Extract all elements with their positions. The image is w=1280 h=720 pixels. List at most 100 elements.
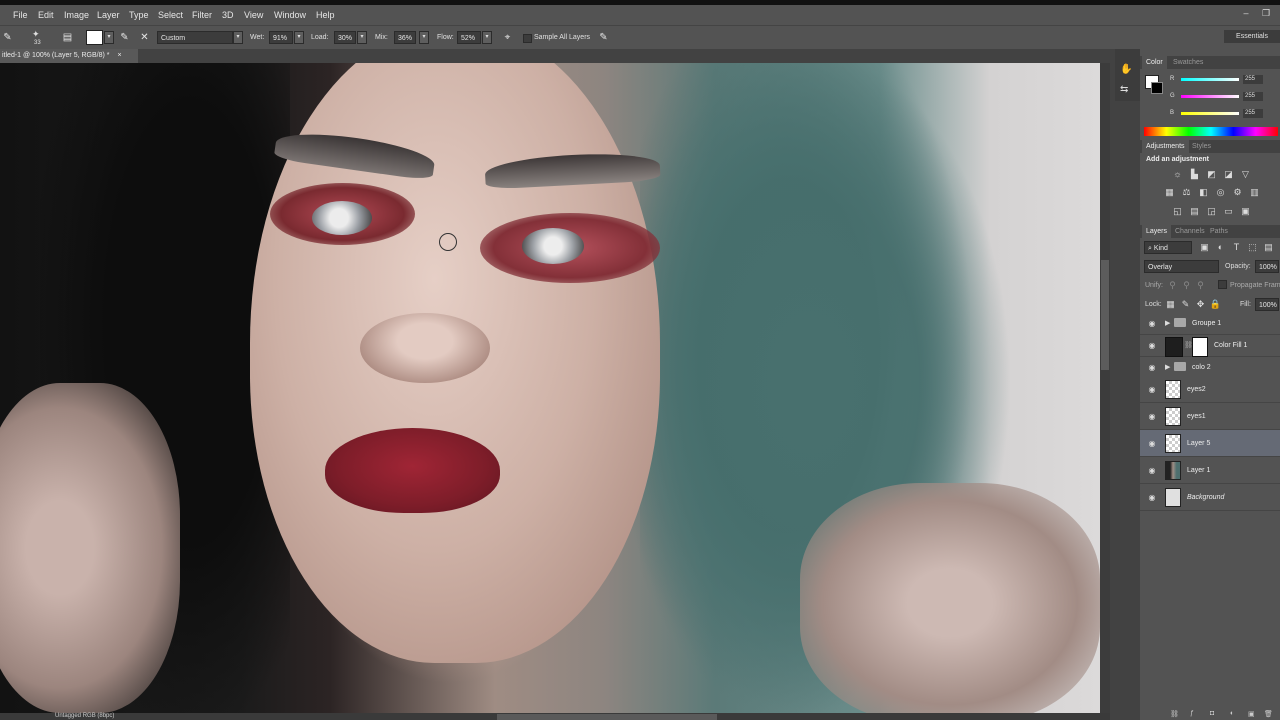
brightness-icon[interactable]: ☼ [1171,169,1184,180]
properties-icon[interactable]: ⇆ [1120,84,1128,95]
menu-image[interactable]: Image [64,5,89,25]
color-dropdown[interactable]: ▾ [104,31,114,44]
unify-visibility-icon[interactable]: ⚲ [1180,280,1193,291]
preset-dropdown[interactable]: ▾ [233,31,243,44]
opacity-field[interactable]: 100% [1255,260,1279,273]
current-color-swatch[interactable] [86,30,103,45]
brush-icon[interactable]: ✎ [0,30,15,45]
posterize-icon[interactable]: ▤ [1188,206,1201,217]
brush-panel-icon[interactable]: ▤ [60,30,75,45]
vibrance-icon[interactable]: ▽ [1239,169,1252,180]
history-icon[interactable]: ✋ [1120,64,1132,75]
flow-field[interactable]: 52% [457,31,481,44]
tab-channels[interactable]: Channels [1171,225,1209,238]
tab-layers[interactable]: Layers [1142,225,1172,238]
menu-help[interactable]: Help [316,5,335,25]
link-layers-icon[interactable]: ⛓ [1170,710,1179,718]
selective-color-icon[interactable]: ▣ [1239,206,1252,217]
gradient-map-icon[interactable]: ▭ [1222,206,1235,217]
new-adjustment-icon[interactable]: ◐ [1230,710,1234,717]
flow-dropdown[interactable]: ▾ [482,31,492,44]
filter-pixel-icon[interactable]: ▣ [1198,242,1211,253]
exposure-icon[interactable]: ◪ [1222,169,1235,180]
tab-paths[interactable]: Paths [1206,225,1232,238]
trash-icon[interactable]: 🗑 [1264,710,1273,718]
layer-row-layer-1[interactable]: ◉ Layer 1 [1140,457,1280,484]
mix-field[interactable]: 36% [394,31,416,44]
menu-view[interactable]: View [244,5,263,25]
minimize-icon[interactable]: – [1239,8,1253,20]
eye-icon[interactable]: ◉ [1147,357,1157,378]
black-white-icon[interactable]: ◧ [1197,187,1210,198]
propagate-checkbox[interactable] [1218,280,1227,289]
vertical-scrollbar[interactable] [1100,63,1110,713]
layer-filter-select[interactable]: ⌕ Kind [1144,241,1192,254]
photo-filter-icon[interactable]: ◎ [1214,187,1227,198]
load-dropdown[interactable]: ▾ [357,31,367,44]
blend-mode-select[interactable]: Overlay [1144,260,1219,273]
preset-select[interactable]: Custom [157,31,233,44]
menu-file[interactable]: File [13,5,28,25]
add-mask-icon[interactable]: ◘ [1210,710,1214,717]
expand-arrow-icon[interactable]: ▶ [1165,319,1170,327]
workspace-button[interactable]: Essentials [1224,30,1280,43]
layer-row-eyes1[interactable]: ◉ eyes1 [1140,403,1280,430]
lock-image-icon[interactable]: ✎ [1179,299,1192,310]
eye-icon[interactable]: ◉ [1147,313,1157,334]
horizontal-scroll-thumb[interactable] [497,714,717,720]
color-spectrum[interactable] [1144,127,1278,136]
menu-layer[interactable]: Layer [97,5,120,25]
wet-field[interactable]: 91% [269,31,293,44]
channel-mixer-icon[interactable]: ⚙ [1231,187,1244,198]
document-tab[interactable]: itled-1 @ 100% (Layer 5, RGB/8) * × [0,49,138,63]
levels-icon[interactable]: ▙ [1188,169,1201,180]
unify-style-icon[interactable]: ⚲ [1194,280,1207,291]
layer-row-background[interactable]: ◉ Background [1140,484,1280,511]
unify-position-icon[interactable]: ⚲ [1166,280,1179,291]
menu-select[interactable]: Select [158,5,183,25]
tab-color[interactable]: Color [1142,56,1167,69]
blue-value[interactable]: 255 [1243,109,1263,118]
filter-adjustment-icon[interactable]: ◐ [1214,242,1227,253]
color-balance-icon[interactable]: ⚖ [1180,187,1193,198]
green-slider[interactable] [1181,95,1239,98]
clean-brush-icon[interactable]: ✕ [137,30,152,45]
green-value[interactable]: 255 [1243,92,1263,101]
eye-icon[interactable]: ◉ [1147,430,1157,456]
eye-icon[interactable]: ◉ [1147,376,1157,402]
wet-dropdown[interactable]: ▾ [294,31,304,44]
layer-row-color-fill-1[interactable]: ◉ ⛓ Color Fill 1 [1140,335,1280,357]
invert-icon[interactable]: ◱ [1171,206,1184,217]
layer-row-eyes2[interactable]: ◉ eyes2 [1140,376,1280,403]
eye-icon[interactable]: ◉ [1147,403,1157,429]
blue-slider[interactable] [1181,112,1239,115]
load-brush-icon[interactable]: ✎ [117,30,132,45]
layer-row-layer-5[interactable]: ◉ Layer 5 [1140,430,1280,457]
filter-type-icon[interactable]: T [1230,242,1243,253]
menu-edit[interactable]: Edit [38,5,54,25]
close-icon[interactable]: × [117,52,121,59]
vertical-scroll-thumb[interactable] [1101,260,1109,370]
threshold-icon[interactable]: ◲ [1205,206,1218,217]
sample-all-checkbox[interactable] [523,34,532,43]
layer-row-groupe-1[interactable]: ◉ ▶ Groupe 1 [1140,313,1280,335]
menu-window[interactable]: Window [274,5,306,25]
menu-3d[interactable]: 3D [222,5,234,25]
load-field[interactable]: 30% [334,31,356,44]
menu-type[interactable]: Type [129,5,149,25]
lock-position-icon[interactable]: ✥ [1194,299,1207,310]
expand-arrow-icon[interactable]: ▶ [1165,363,1170,371]
eye-icon[interactable]: ◉ [1147,484,1157,510]
tab-adjustments[interactable]: Adjustments [1142,140,1189,153]
airbrush-icon[interactable]: ⌖ [500,30,515,45]
red-value[interactable]: 255 [1243,75,1263,84]
eye-icon[interactable]: ◉ [1147,335,1157,356]
filter-shape-icon[interactable]: ⬚ [1246,242,1259,253]
tab-swatches[interactable]: Swatches [1169,56,1207,69]
tab-styles[interactable]: Styles [1188,140,1215,153]
curves-icon[interactable]: ◩ [1205,169,1218,180]
color-lookup-icon[interactable]: ▥ [1248,187,1261,198]
menu-filter[interactable]: Filter [192,5,212,25]
filter-smart-object-icon[interactable]: ▤ [1262,242,1275,253]
eye-icon[interactable]: ◉ [1147,457,1157,483]
